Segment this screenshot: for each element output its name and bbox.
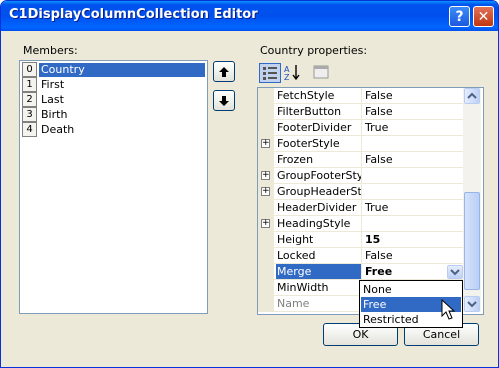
property-value[interactable]: [363, 184, 465, 199]
list-item[interactable]: 1 First: [22, 77, 205, 92]
property-value[interactable]: [363, 136, 465, 151]
list-item[interactable]: 4 Death: [22, 122, 205, 137]
merge-dropdown-button[interactable]: [447, 265, 463, 279]
row-gutter: [258, 120, 274, 135]
row-gutter: [258, 104, 274, 119]
row-gutter: +: [258, 168, 274, 183]
move-down-button[interactable]: [213, 90, 235, 111]
categorized-icon: [263, 67, 277, 80]
property-row[interactable]: Height 15: [258, 232, 463, 248]
member-index: 0: [22, 62, 37, 77]
row-gutter: [258, 280, 274, 295]
mouse-cursor-icon: [441, 299, 456, 320]
member-name: First: [41, 78, 65, 91]
property-pages-button[interactable]: [311, 63, 333, 83]
property-row[interactable]: + GroupFooterStyle: [258, 168, 463, 184]
list-item[interactable]: 2 Last: [22, 92, 205, 107]
expand-icon[interactable]: +: [261, 171, 270, 180]
property-name: HeaderDivider: [276, 200, 362, 215]
member-name: Country: [39, 63, 205, 77]
move-up-button[interactable]: [213, 61, 235, 82]
row-gutter: [258, 152, 274, 167]
property-name: FooterStyle: [276, 136, 362, 151]
list-item[interactable]: 3 Birth: [22, 107, 205, 122]
property-row[interactable]: FetchStyle False: [258, 88, 463, 104]
member-name: Death: [41, 123, 75, 136]
title-bar[interactable]: C1DisplayColumnCollection Editor ? ✕: [1, 1, 498, 31]
close-button[interactable]: ✕: [473, 6, 494, 27]
row-gutter: [258, 200, 274, 215]
member-index: 2: [22, 92, 37, 107]
row-gutter: [258, 296, 274, 311]
arrow-up-icon: [219, 67, 229, 77]
members-list[interactable]: 0 Country 1 First 2 Last 3 Birth 4 Death: [19, 60, 208, 314]
member-index: 4: [22, 122, 37, 137]
property-name: GroupHeaderStyle: [277, 184, 362, 199]
chevron-down-icon: [450, 269, 460, 276]
property-value[interactable]: 15: [363, 232, 465, 247]
row-gutter: [258, 88, 274, 103]
property-value[interactable]: False: [363, 104, 465, 119]
property-name: Frozen: [276, 152, 362, 167]
window-title: C1DisplayColumnCollection Editor: [9, 7, 258, 22]
row-gutter: [258, 232, 274, 247]
expand-icon[interactable]: +: [261, 139, 270, 148]
property-value[interactable]: True: [363, 120, 465, 135]
member-index: 3: [22, 107, 37, 122]
property-row[interactable]: Merge Free: [258, 264, 463, 280]
vertical-scrollbar[interactable]: [463, 88, 481, 312]
members-label: Members:: [23, 44, 78, 57]
property-name: Height: [276, 232, 362, 247]
sort-az-icon: A Z: [284, 65, 300, 82]
scroll-thumb[interactable]: [464, 192, 480, 290]
dropdown-option-none[interactable]: None: [361, 282, 461, 297]
property-row[interactable]: Frozen False: [258, 152, 463, 168]
property-row[interactable]: HeaderDivider True: [258, 200, 463, 216]
property-name: MinWidth: [276, 280, 362, 295]
chevron-up-icon: [467, 92, 477, 99]
row-gutter: +: [258, 136, 274, 151]
property-name: GroupFooterStyle: [276, 168, 362, 183]
property-name: Merge: [276, 264, 362, 279]
property-value[interactable]: False: [363, 152, 465, 167]
scroll-up-button[interactable]: [464, 88, 480, 104]
svg-text:Z: Z: [284, 73, 290, 81]
editor-dialog: C1DisplayColumnCollection Editor ? ✕ Mem…: [0, 0, 499, 368]
help-button[interactable]: ?: [449, 6, 470, 27]
property-name: FilterButton: [276, 104, 362, 119]
property-value[interactable]: [363, 216, 465, 231]
expand-icon[interactable]: +: [261, 187, 270, 196]
row-gutter: +: [258, 216, 274, 231]
scroll-down-button[interactable]: [464, 296, 480, 312]
chevron-down-icon: [467, 301, 477, 308]
categorized-button[interactable]: [259, 63, 281, 83]
list-item[interactable]: 0 Country: [22, 62, 205, 77]
row-gutter: [258, 248, 274, 263]
member-index: 1: [22, 77, 37, 92]
property-name: FetchStyle: [276, 88, 362, 103]
property-row[interactable]: FilterButton False: [258, 104, 463, 120]
row-gutter: [258, 264, 274, 279]
property-value[interactable]: False: [363, 88, 465, 103]
property-name: Name: [276, 296, 362, 311]
property-value[interactable]: True: [363, 200, 465, 215]
property-pages-icon: [313, 65, 329, 79]
property-row[interactable]: + HeadingStyle: [258, 216, 463, 232]
property-row[interactable]: + GroupHeaderStyle: [258, 184, 463, 200]
property-name: FooterDivider: [276, 120, 362, 135]
arrow-down-icon: [219, 96, 229, 106]
property-value[interactable]: [363, 168, 465, 183]
property-name: HeadingStyle: [276, 216, 362, 231]
member-name: Last: [41, 93, 64, 106]
alphabetical-button[interactable]: A Z: [283, 63, 305, 83]
property-name: Locked: [276, 248, 362, 263]
expand-icon[interactable]: +: [261, 219, 270, 228]
properties-label: Country properties:: [260, 44, 368, 57]
property-row[interactable]: FooterDivider True: [258, 120, 463, 136]
property-row[interactable]: Locked False: [258, 248, 463, 264]
row-gutter: +: [258, 184, 274, 199]
property-row[interactable]: + FooterStyle: [258, 136, 463, 152]
property-value[interactable]: False: [363, 248, 465, 263]
member-name: Birth: [41, 108, 68, 121]
